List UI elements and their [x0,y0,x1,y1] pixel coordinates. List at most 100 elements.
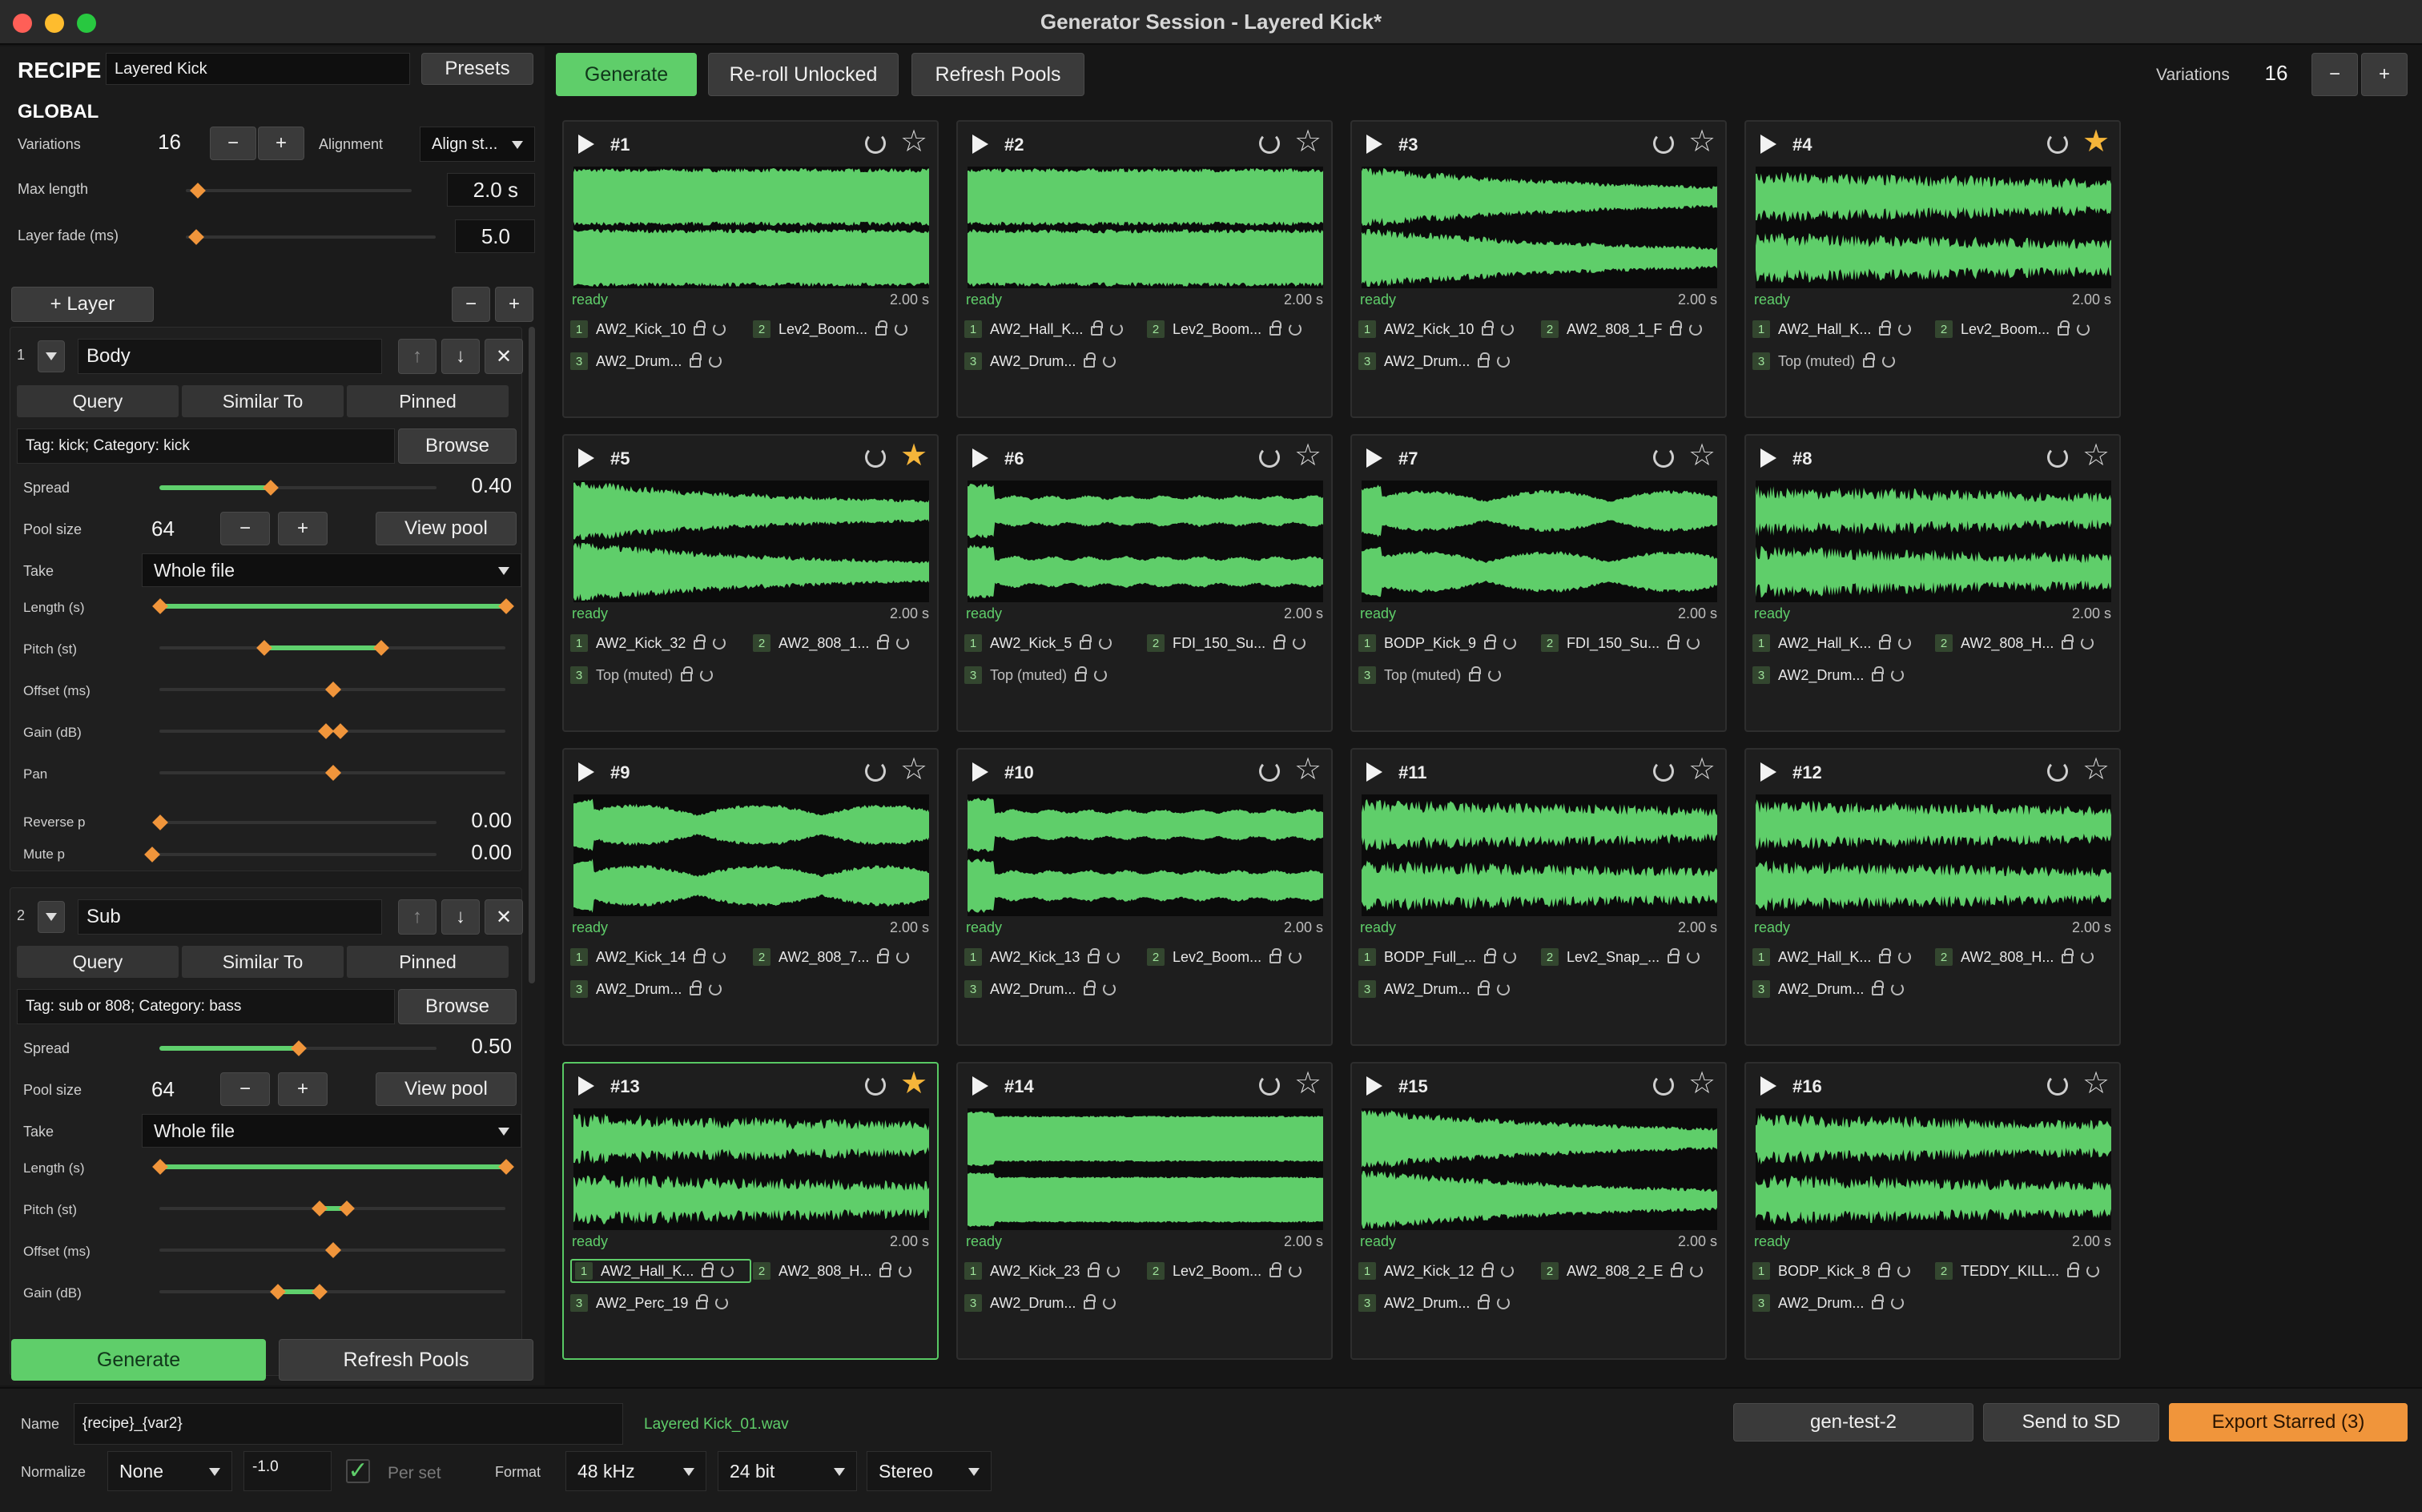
view-pool-button[interactable]: View pool [376,1072,517,1106]
generate-button[interactable]: Generate [556,53,697,96]
reroll-layer-icon[interactable] [715,1297,729,1309]
top-variations-increment-button[interactable]: + [2361,53,2408,96]
layer-slot[interactable]: 2 AW2_808_7... [753,945,910,969]
reroll-icon[interactable] [1653,761,1674,782]
reroll-layer-icon[interactable] [1690,1265,1704,1277]
mute-slider[interactable] [151,853,437,856]
remove-layer-button[interactable]: − [452,287,490,322]
reroll-layer-icon[interactable] [1488,669,1502,682]
layer-slot[interactable]: 1 AW2_Hall_K... [1752,317,1912,341]
lock-icon[interactable] [702,1262,714,1277]
lock-icon[interactable] [1668,634,1680,649]
layer-slot[interactable]: 2 AW2_808_H... [1935,631,2094,655]
reroll-icon[interactable] [865,133,886,154]
move-up-button[interactable]: ↑ [398,899,437,935]
lock-icon[interactable] [694,634,706,649]
reroll-icon[interactable] [1259,761,1280,782]
layer-slot[interactable]: 1 BODP_Kick_8 [1752,1259,1911,1283]
lock-icon[interactable] [1088,948,1100,963]
send-to-sd-button[interactable]: Send to SD [1983,1403,2159,1442]
lock-icon[interactable] [2062,948,2074,963]
star-icon[interactable]: ☆ [1294,440,1322,471]
layer-slot[interactable]: 1 AW2_Kick_23 [964,1259,1120,1283]
reroll-layer-icon[interactable] [709,355,722,368]
mute-knob[interactable] [144,846,160,863]
lock-icon[interactable] [1484,634,1497,649]
presets-button[interactable]: Presets [421,53,533,85]
remove-layer-icon[interactable]: ✕ [485,339,523,374]
reroll-icon[interactable] [865,1075,886,1096]
waveform[interactable] [1362,1108,1717,1230]
param-slider[interactable] [159,1290,505,1293]
reroll-layer-icon[interactable] [1289,323,1302,336]
star-icon[interactable]: ☆ [2082,1068,2110,1099]
reroll-layer-icon[interactable] [2086,1265,2100,1277]
alignment-select[interactable]: Align st... [420,127,535,162]
reroll-layer-icon[interactable] [1501,323,1515,336]
mute-value[interactable]: 0.00 [443,840,512,865]
layers-scrollbar[interactable] [529,327,535,983]
reverse-slider[interactable] [159,821,437,824]
layer-fade-value[interactable]: 5.0 [455,219,535,253]
layer-slot[interactable]: 1 AW2_Kick_13 [964,945,1120,969]
star-icon[interactable]: ★ [2082,127,2110,157]
lock-icon[interactable] [1469,666,1482,682]
variations-decrement-button[interactable]: − [210,127,256,160]
browse-button[interactable]: Browse [398,428,517,464]
name-template-field[interactable]: {recipe}_{var2} [74,1403,623,1445]
waveform[interactable] [968,1108,1323,1230]
variations-value[interactable]: 16 [136,130,181,155]
play-icon[interactable] [1760,135,1776,154]
reroll-layer-icon[interactable] [896,951,910,963]
lock-icon[interactable] [877,634,890,649]
layer-slot[interactable]: 3 AW2_Drum... [964,349,1116,373]
lock-icon[interactable] [1878,1262,1891,1277]
layer-slot[interactable]: 2 Lev2_Boom... [1935,317,2090,341]
waveform[interactable] [1756,167,2111,288]
normalize-level-field[interactable]: -1.0 [243,1451,332,1491]
channels-select[interactable]: Stereo [867,1451,992,1491]
reroll-layer-icon[interactable] [700,669,714,682]
take-select[interactable]: Whole file [142,553,521,587]
reroll-layer-icon[interactable] [896,637,910,649]
reroll-layer-icon[interactable] [1891,1297,1905,1309]
lock-icon[interactable] [2067,1262,2080,1277]
layer-collapse-button[interactable] [38,340,65,372]
waveform[interactable] [573,794,929,916]
reroll-layer-icon[interactable] [1110,323,1124,336]
lock-icon[interactable] [1872,666,1885,682]
layer-slot[interactable]: 3 AW2_Perc_19 [570,1291,729,1315]
variation-card[interactable]: #13 ★ ready 2.00 s 1 AW2_Hall_K... 2 AW2_808_H.… [562,1062,939,1360]
play-icon[interactable] [1760,1076,1776,1096]
layer-slot[interactable]: 3 Top (muted) [964,663,1108,687]
move-down-button[interactable]: ↓ [441,899,480,935]
lock-icon[interactable] [2062,634,2074,649]
reroll-layer-icon[interactable] [1497,983,1511,995]
play-icon[interactable] [972,448,988,468]
pool-decrement-button[interactable]: − [220,1072,270,1106]
pool-decrement-button[interactable]: − [220,512,270,545]
lock-icon[interactable] [1084,352,1096,368]
reroll-layer-icon[interactable] [1891,983,1905,995]
reroll-layer-icon[interactable] [1689,323,1703,336]
recipe-name-field[interactable]: Layered Kick [106,53,410,85]
lock-icon[interactable] [1273,634,1286,649]
lock-icon[interactable] [1482,320,1495,336]
play-icon[interactable] [1760,762,1776,782]
layer-slot[interactable]: 1 AW2_Kick_32 [570,631,726,655]
lock-icon[interactable] [694,320,706,336]
reroll-layer-icon[interactable] [1103,1297,1116,1309]
lock-icon[interactable] [1478,980,1491,995]
variation-card[interactable]: #8 ☆ ready 2.00 s 1 AW2_Hall_K... 2 AW2_808_H..… [1744,434,2121,732]
param-low-knob[interactable] [152,1159,168,1175]
star-icon[interactable]: ☆ [2082,440,2110,471]
refresh-pools-button[interactable]: Refresh Pools [911,53,1084,96]
reroll-layer-icon[interactable] [1891,669,1905,682]
star-icon[interactable]: ☆ [2082,754,2110,785]
layer-slot[interactable]: 3 AW2_Drum... [1752,663,1905,687]
per-set-checkbox[interactable]: ✓ [346,1459,370,1483]
layer-collapse-button[interactable] [38,901,65,933]
star-icon[interactable]: ☆ [1294,1068,1322,1099]
reroll-layer-icon[interactable] [1497,1297,1511,1309]
variation-card[interactable]: #14 ☆ ready 2.00 s 1 AW2_Kick_23 2 Lev2_Boom...… [956,1062,1333,1360]
